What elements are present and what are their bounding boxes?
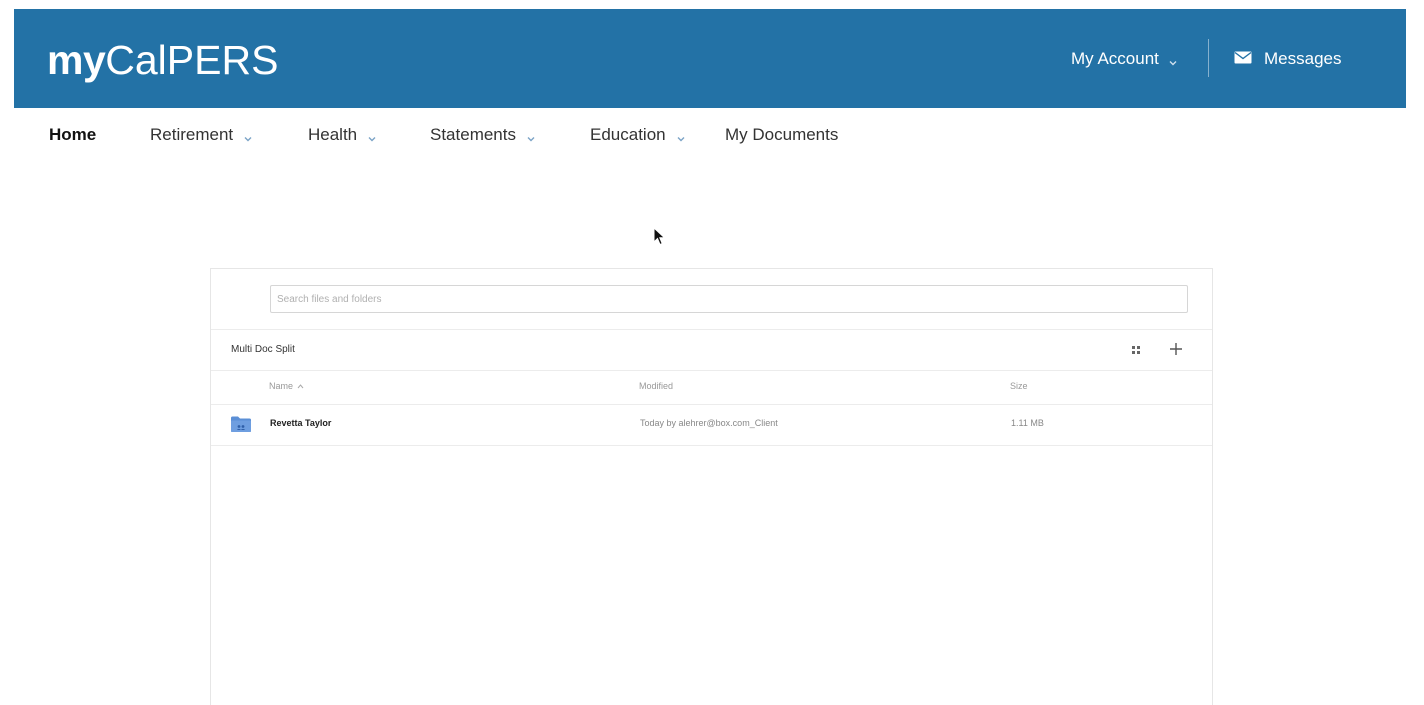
my-account-menu[interactable]: My Account <box>1071 48 1179 70</box>
envelope-icon <box>1234 48 1252 70</box>
search-bar <box>211 269 1212 330</box>
nav-item-education[interactable]: Education <box>590 124 687 146</box>
brand-logo-my: my <box>47 37 106 83</box>
folder-icon <box>231 416 251 432</box>
grid-view-icon[interactable] <box>1129 343 1143 357</box>
nav-label: Home <box>49 125 97 144</box>
nav-item-statements[interactable]: Statements <box>430 124 537 146</box>
chevron-down-icon <box>1167 53 1179 66</box>
header-divider <box>1208 39 1209 77</box>
breadcrumb-current-folder[interactable]: Multi Doc Split <box>231 344 295 355</box>
column-label: Modified <box>639 381 674 391</box>
column-header-modified[interactable]: Modified <box>639 381 673 391</box>
sort-ascending-icon <box>297 383 304 388</box>
nav-label: My Documents <box>725 125 839 144</box>
row-name[interactable]: Revetta Taylor <box>270 418 331 428</box>
main-nav: Home Retirement Health Statements Educat… <box>0 118 1424 152</box>
nav-label: Retirement <box>150 125 234 144</box>
nav-item-home[interactable]: Home <box>49 124 96 146</box>
nav-label: Statements <box>430 125 516 144</box>
chevron-down-icon <box>675 129 687 142</box>
column-label: Name <box>269 381 294 391</box>
chevron-down-icon <box>366 129 378 142</box>
mouse-cursor-icon <box>653 227 666 246</box>
chevron-down-icon <box>525 129 537 142</box>
chevron-down-icon <box>242 129 254 142</box>
nav-item-health[interactable]: Health <box>308 124 378 146</box>
row-size: 1.11 MB <box>1011 418 1044 428</box>
brand-logo-calpers: CalPERS <box>105 37 279 83</box>
nav-label: Education <box>590 125 666 144</box>
table-row[interactable]: Revetta Taylor Today by alehrer@box.com_… <box>211 405 1212 446</box>
messages-label: Messages <box>1264 49 1342 68</box>
brand-logo[interactable]: myCalPERS <box>47 35 278 85</box>
my-account-label: My Account <box>1071 49 1159 68</box>
column-header-row: Name Modified Size <box>211 371 1212 405</box>
add-icon[interactable] <box>1168 341 1184 357</box>
search-input[interactable] <box>270 285 1188 313</box>
row-modified: Today by alehrer@box.com_Client <box>640 418 778 428</box>
file-browser: Multi Doc Split Name Modified Size <box>210 268 1213 705</box>
nav-label: Health <box>308 125 358 144</box>
site-header: myCalPERS My Account Messages <box>14 9 1406 108</box>
messages-link[interactable]: Messages <box>1234 48 1341 70</box>
column-header-size[interactable]: Size <box>1010 381 1028 391</box>
column-label: Size <box>1010 381 1028 391</box>
nav-item-my-documents[interactable]: My Documents <box>725 124 838 146</box>
folder-header: Multi Doc Split <box>211 330 1212 371</box>
column-header-name[interactable]: Name <box>269 381 304 391</box>
nav-item-retirement[interactable]: Retirement <box>150 124 254 146</box>
